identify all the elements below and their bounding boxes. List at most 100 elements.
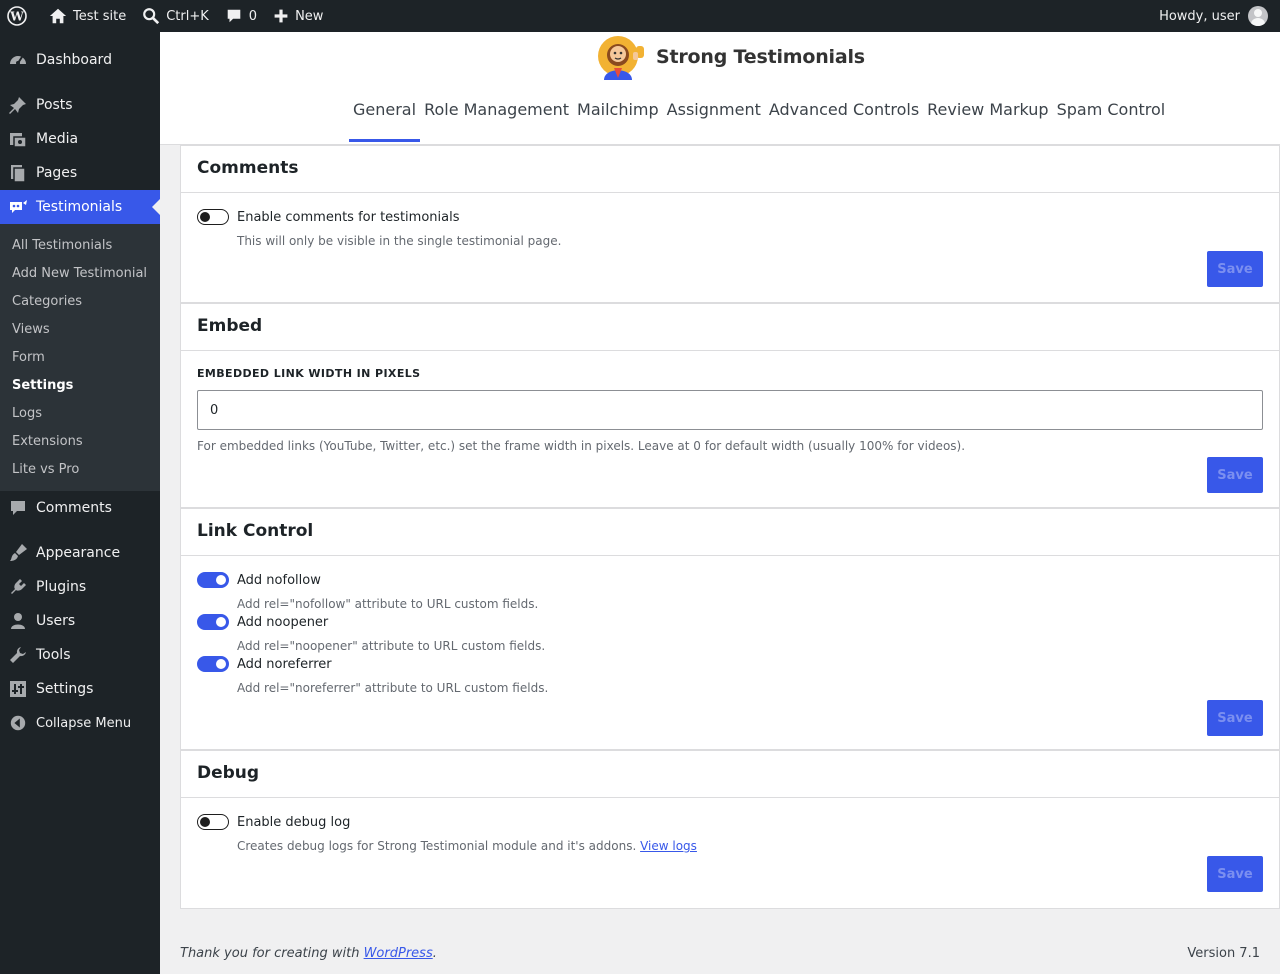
plus-icon xyxy=(274,9,288,23)
sidebar-collapse-button[interactable]: Collapse Menu xyxy=(0,706,160,740)
submenu-form[interactable]: Form xyxy=(0,343,160,371)
submenu-extensions[interactable]: Extensions xyxy=(0,427,160,455)
wordpress-icon: W xyxy=(7,6,27,26)
comment-icon xyxy=(8,498,28,518)
admin-bar: W Test site Ctrl+K 0 New Howdy, user xyxy=(0,0,1280,32)
submenu-categories[interactable]: Categories xyxy=(0,287,160,315)
wrench-icon xyxy=(8,645,28,665)
embed-width-input[interactable] xyxy=(197,390,1263,430)
new-content-button[interactable]: New xyxy=(265,0,331,32)
debug-log-toggle[interactable] xyxy=(197,814,229,830)
sidebar-item-pages[interactable]: Pages xyxy=(0,156,160,190)
debug-panel: Debug Enable debug log Creates debug log… xyxy=(180,750,1280,909)
tab-advanced-controls[interactable]: Advanced Controls xyxy=(765,92,923,133)
search-shortcut-button[interactable]: Ctrl+K xyxy=(134,0,217,32)
pages-icon xyxy=(8,163,28,183)
sidebar-item-dashboard[interactable]: Dashboard xyxy=(0,43,160,77)
testimonials-submenu: All Testimonials Add New Testimonial Cat… xyxy=(0,224,160,491)
plugin-header: Strong Testimonials General Role Managem… xyxy=(160,32,1280,145)
main-content: Strong Testimonials General Role Managem… xyxy=(160,32,1280,974)
view-logs-link[interactable]: View logs xyxy=(640,839,697,853)
sidebar-item-settings[interactable]: Settings xyxy=(0,672,160,706)
strong-testimonials-logo: Strong Testimonials xyxy=(596,34,865,80)
testimonials-icon xyxy=(8,197,28,217)
tab-role-management[interactable]: Role Management xyxy=(420,92,573,133)
submenu-lite-vs-pro[interactable]: Lite vs Pro xyxy=(0,455,160,483)
brush-icon xyxy=(8,543,28,563)
account-menu[interactable]: Howdy, user xyxy=(1159,6,1280,26)
tab-spam-control[interactable]: Spam Control xyxy=(1053,92,1170,133)
tab-mailchimp[interactable]: Mailchimp xyxy=(573,92,663,133)
embed-width-help: For embedded links (YouTube, Twitter, et… xyxy=(197,439,966,453)
site-name: Test site xyxy=(73,8,127,24)
settings-tabs: General Role Management Mailchimp Assign… xyxy=(349,92,1170,142)
noreferrer-help: Add rel="noreferrer" attribute to URL cu… xyxy=(237,681,549,695)
nofollow-help: Add rel="nofollow" attribute to URL cust… xyxy=(237,597,539,611)
comments-panel: Comments Enable comments for testimonial… xyxy=(180,145,1280,303)
plugin-icon xyxy=(8,577,28,597)
submenu-settings[interactable]: Settings xyxy=(0,371,160,399)
search-shortcut-label: Ctrl+K xyxy=(166,8,209,24)
noreferrer-toggle[interactable] xyxy=(197,656,229,672)
site-name-link[interactable]: Test site xyxy=(41,0,134,32)
svg-text:W: W xyxy=(9,10,24,24)
brand-name: Strong Testimonials xyxy=(656,46,865,68)
sidebar-item-users[interactable]: Users xyxy=(0,604,160,638)
mascot-logo-icon xyxy=(598,36,644,80)
comments-save-button[interactable]: Save xyxy=(1207,251,1263,287)
tab-review-markup[interactable]: Review Markup xyxy=(923,92,1052,133)
nofollow-toggle[interactable] xyxy=(197,572,229,588)
sidebar-item-plugins[interactable]: Plugins xyxy=(0,570,160,604)
embed-width-label: Embedded Link Width In Pixels xyxy=(197,367,421,380)
embed-save-button[interactable]: Save xyxy=(1207,457,1263,493)
noopener-toggle[interactable] xyxy=(197,614,229,630)
sidebar-item-appearance[interactable]: Appearance xyxy=(0,536,160,570)
dashboard-icon xyxy=(8,50,28,70)
avatar xyxy=(1248,6,1268,26)
media-icon xyxy=(8,129,28,149)
comments-count: 0 xyxy=(248,8,258,24)
tab-assignment[interactable]: Assignment xyxy=(663,92,765,133)
submenu-all-testimonials[interactable]: All Testimonials xyxy=(0,231,160,259)
sidebar-item-testimonials[interactable]: Testimonials xyxy=(0,190,160,224)
sidebar-item-media[interactable]: Media xyxy=(0,122,160,156)
comments-panel-title: Comments xyxy=(181,146,1279,193)
link-control-panel: Link Control Add nofollow Add rel="nofol… xyxy=(180,508,1280,750)
sidebar-item-posts[interactable]: Posts xyxy=(0,88,160,122)
home-icon xyxy=(49,8,67,24)
tab-general[interactable]: General xyxy=(349,92,421,142)
embed-panel: Embed Embedded Link Width In Pixels For … xyxy=(180,303,1280,508)
sidebar-item-tools[interactable]: Tools xyxy=(0,638,160,672)
greeting: Howdy, user xyxy=(1159,8,1240,24)
embed-panel-title: Embed xyxy=(181,304,1279,351)
new-label: New xyxy=(295,8,324,24)
collapse-icon xyxy=(8,713,28,733)
sidebar-item-comments[interactable]: Comments xyxy=(0,491,160,525)
version-label: Version 7.1 xyxy=(1187,946,1260,961)
nofollow-label: Add nofollow xyxy=(237,572,321,588)
submenu-add-new-testimonial[interactable]: Add New Testimonial xyxy=(0,259,160,287)
link-control-save-button[interactable]: Save xyxy=(1207,700,1263,736)
debug-panel-title: Debug xyxy=(181,751,1279,798)
enable-comments-help: This will only be visible in the single … xyxy=(237,234,562,248)
debug-log-help: Creates debug logs for Strong Testimonia… xyxy=(237,839,697,853)
search-icon xyxy=(143,8,160,25)
user-icon xyxy=(8,611,28,631)
pin-icon xyxy=(8,95,28,115)
footer-thanks: Thank you for creating with WordPress. xyxy=(180,946,437,961)
noreferrer-label: Add noreferrer xyxy=(237,656,332,672)
submenu-logs[interactable]: Logs xyxy=(0,399,160,427)
submenu-views[interactable]: Views xyxy=(0,315,160,343)
debug-save-button[interactable]: Save xyxy=(1207,856,1263,892)
comment-icon xyxy=(227,9,241,23)
noopener-label: Add noopener xyxy=(237,614,329,630)
enable-comments-toggle[interactable] xyxy=(197,209,229,225)
noopener-help: Add rel="noopener" attribute to URL cust… xyxy=(237,639,546,653)
admin-sidebar: Dashboard Posts Media Pages Testimonials… xyxy=(0,32,160,974)
wordpress-logo-button[interactable]: W xyxy=(0,0,41,32)
settings-icon xyxy=(8,679,28,699)
comments-link[interactable]: 0 xyxy=(217,0,265,32)
link-control-panel-title: Link Control xyxy=(181,509,1279,556)
admin-footer: Thank you for creating with WordPress. V… xyxy=(180,946,1260,961)
wordpress-link[interactable]: WordPress xyxy=(364,946,433,961)
